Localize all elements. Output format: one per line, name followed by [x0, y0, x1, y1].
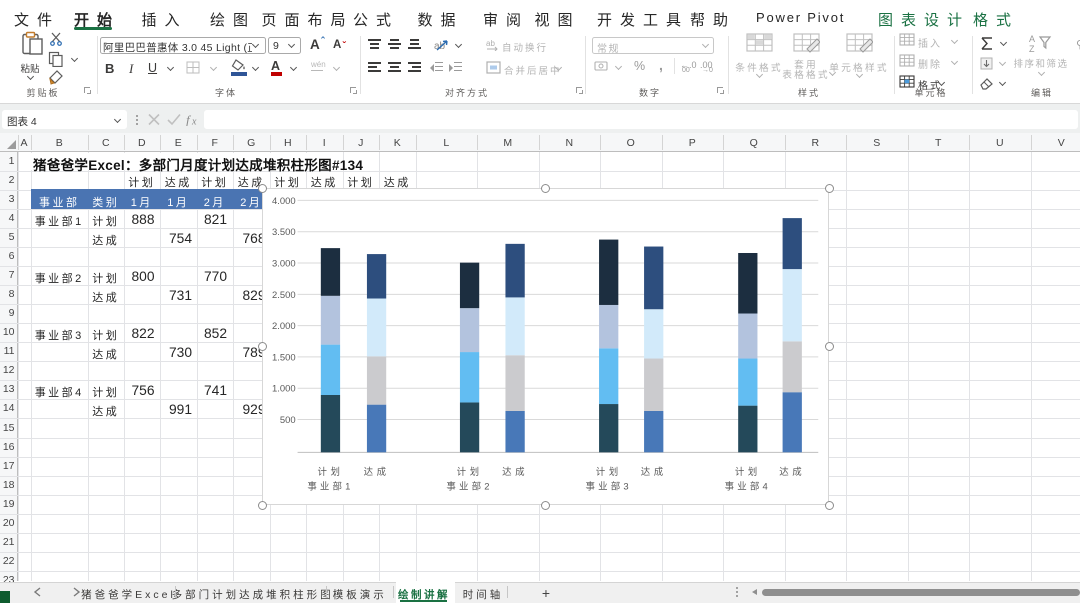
svg-text:计划: 计划	[735, 466, 761, 478]
svg-text:达成: 达成	[779, 466, 805, 478]
svg-text:2.500: 2.500	[272, 290, 296, 301]
svg-text:事业部1: 事业部1	[307, 481, 353, 493]
svg-text:Z: Z	[1029, 44, 1035, 53]
svg-text:A: A	[1029, 34, 1035, 44]
svg-text:1.000: 1.000	[272, 384, 296, 395]
svg-text:3.000: 3.000	[272, 259, 296, 270]
svg-text:达成: 达成	[641, 466, 667, 478]
svg-text:2.000: 2.000	[272, 321, 296, 332]
svg-text:达成: 达成	[364, 466, 390, 478]
svg-text:ab: ab	[486, 39, 495, 48]
svg-text:计划: 计划	[318, 466, 344, 478]
svg-text:达成: 达成	[502, 466, 528, 478]
svg-text:计划: 计划	[596, 466, 622, 478]
svg-text:3.500: 3.500	[272, 227, 296, 238]
svg-text:4.000: 4.000	[272, 196, 296, 207]
svg-text:x: x	[191, 117, 197, 127]
svg-text:500: 500	[280, 415, 296, 426]
svg-text:计划: 计划	[457, 466, 483, 478]
svg-text:事业部4: 事业部4	[725, 481, 771, 493]
svg-text:事业部3: 事业部3	[586, 481, 632, 493]
svg-text:事业部2: 事业部2	[446, 481, 492, 493]
svg-text:ab: ab	[434, 41, 446, 52]
svg-text:1.500: 1.500	[272, 352, 296, 363]
